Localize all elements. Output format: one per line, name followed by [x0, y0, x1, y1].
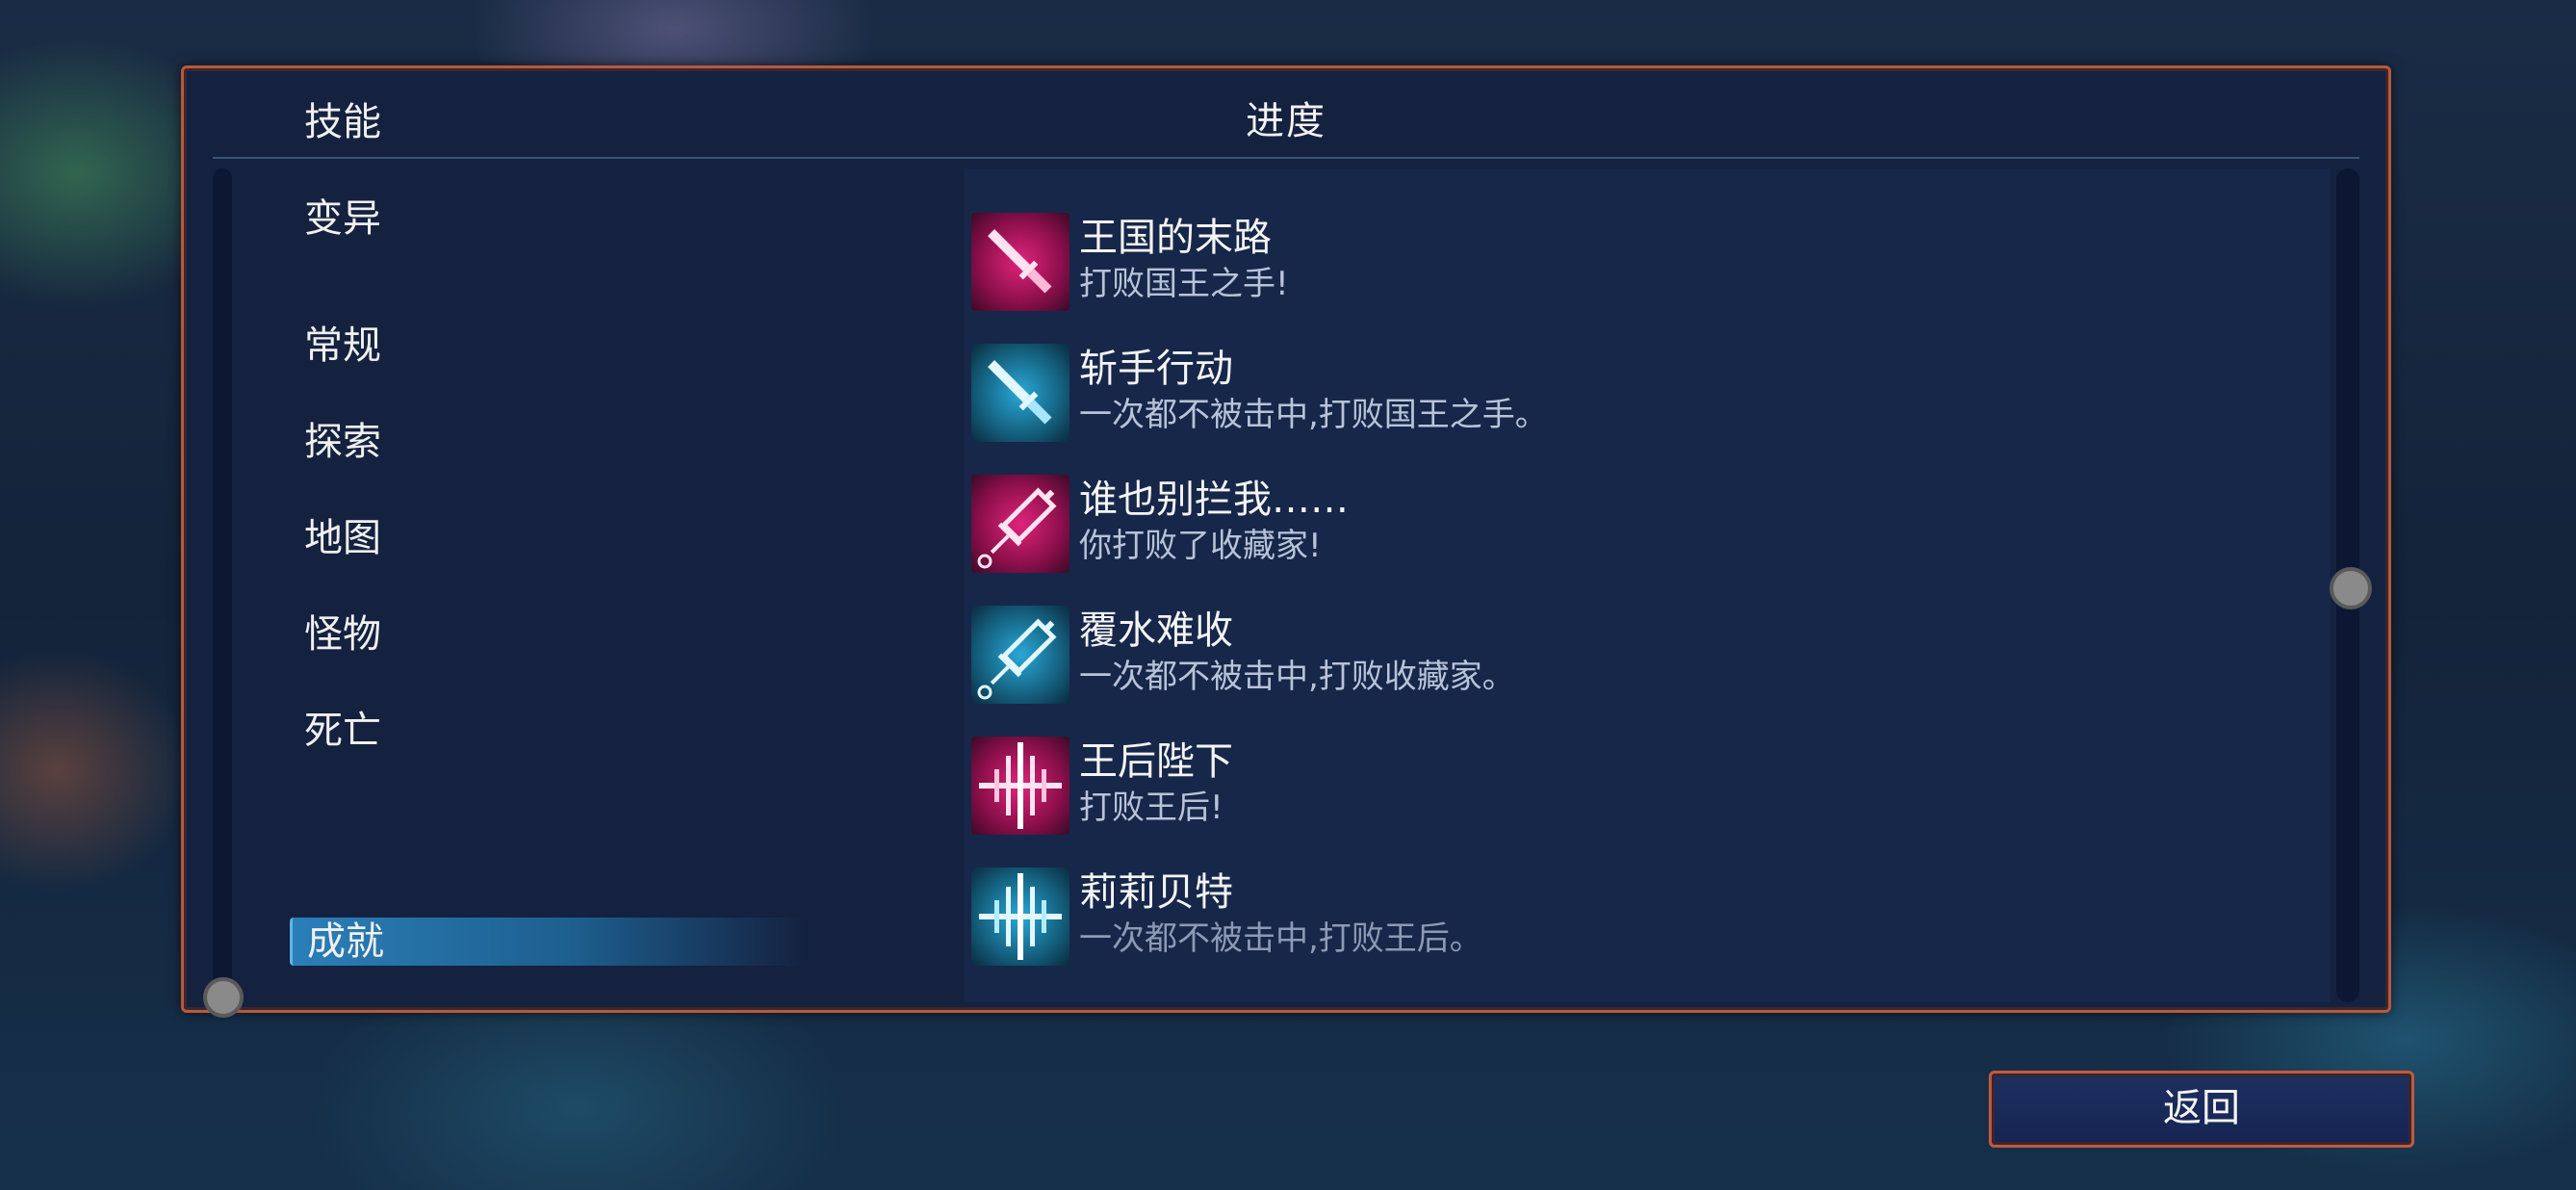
- list-scrollbar-knob[interactable]: [2330, 567, 2372, 609]
- progress-panel: 进度 技能 变异 常规 探索 地图 怪物 死亡 成就 王国的末路 打败国王之手!: [181, 65, 2391, 1018]
- achievement-description: 你打败了收藏家!: [1079, 527, 1322, 565]
- achievement-item: 谁也别拦我…… 你打败了收藏家!: [971, 475, 2319, 582]
- syringe-icon: [971, 475, 1069, 573]
- achievement-title: 王后陛下: [1079, 739, 1233, 784]
- achievement-description: 一次都不被击中,打败王后。: [1079, 919, 1482, 958]
- achievement-title: 谁也别拦我……: [1079, 478, 1349, 522]
- achievement-item: 覆水难收 一次都不被击中,打败收藏家。: [971, 606, 2319, 713]
- soundwave-icon: [971, 737, 1069, 835]
- nav-item-achievements[interactable]: 成就: [290, 918, 808, 966]
- achievement-item: 王国的末路 打败国王之手!: [971, 213, 2319, 321]
- achievement-item: 王后陛下 打败王后!: [971, 737, 2319, 844]
- soundwave-icon: [971, 867, 1069, 966]
- syringe-icon: [971, 606, 1069, 704]
- nav-item-exploration[interactable]: 探索: [304, 417, 381, 467]
- achievement-title: 王国的末路: [1079, 216, 1272, 260]
- achievement-description: 打败王后!: [1079, 789, 1224, 827]
- sword-icon: [971, 344, 1069, 442]
- achievement-title: 斩手行动: [1079, 347, 1233, 391]
- nav-item-skills[interactable]: 技能: [304, 97, 381, 147]
- nav-item-deaths[interactable]: 死亡: [304, 706, 381, 756]
- achievement-item: 莉莉贝特 一次都不被击中,打败王后。: [971, 867, 2319, 975]
- achievement-description: 打败国王之手!: [1079, 265, 1289, 303]
- nav-item-mutations[interactable]: 变异: [304, 194, 381, 244]
- achievement-title: 覆水难收: [1079, 608, 1233, 653]
- nav-scrollbar-track[interactable]: [213, 168, 232, 1002]
- achievement-description: 一次都不被击中,打败收藏家。: [1079, 658, 1515, 696]
- panel-title: 进度: [1246, 99, 1327, 143]
- nav-item-monsters[interactable]: 怪物: [304, 609, 381, 660]
- nav-scrollbar-knob[interactable]: [203, 977, 244, 1018]
- back-button[interactable]: 返回: [1989, 1071, 2414, 1148]
- title-divider: [213, 157, 2359, 159]
- nav-item-general[interactable]: 常规: [304, 321, 381, 371]
- nav-item-map[interactable]: 地图: [304, 513, 381, 563]
- achievement-description: 一次都不被击中,打败国王之手。: [1079, 396, 1548, 434]
- achievement-title: 莉莉贝特: [1079, 870, 1233, 915]
- sword-icon: [971, 213, 1069, 311]
- achievement-item: 斩手行动 一次都不被击中,打败国王之手。: [971, 344, 2319, 452]
